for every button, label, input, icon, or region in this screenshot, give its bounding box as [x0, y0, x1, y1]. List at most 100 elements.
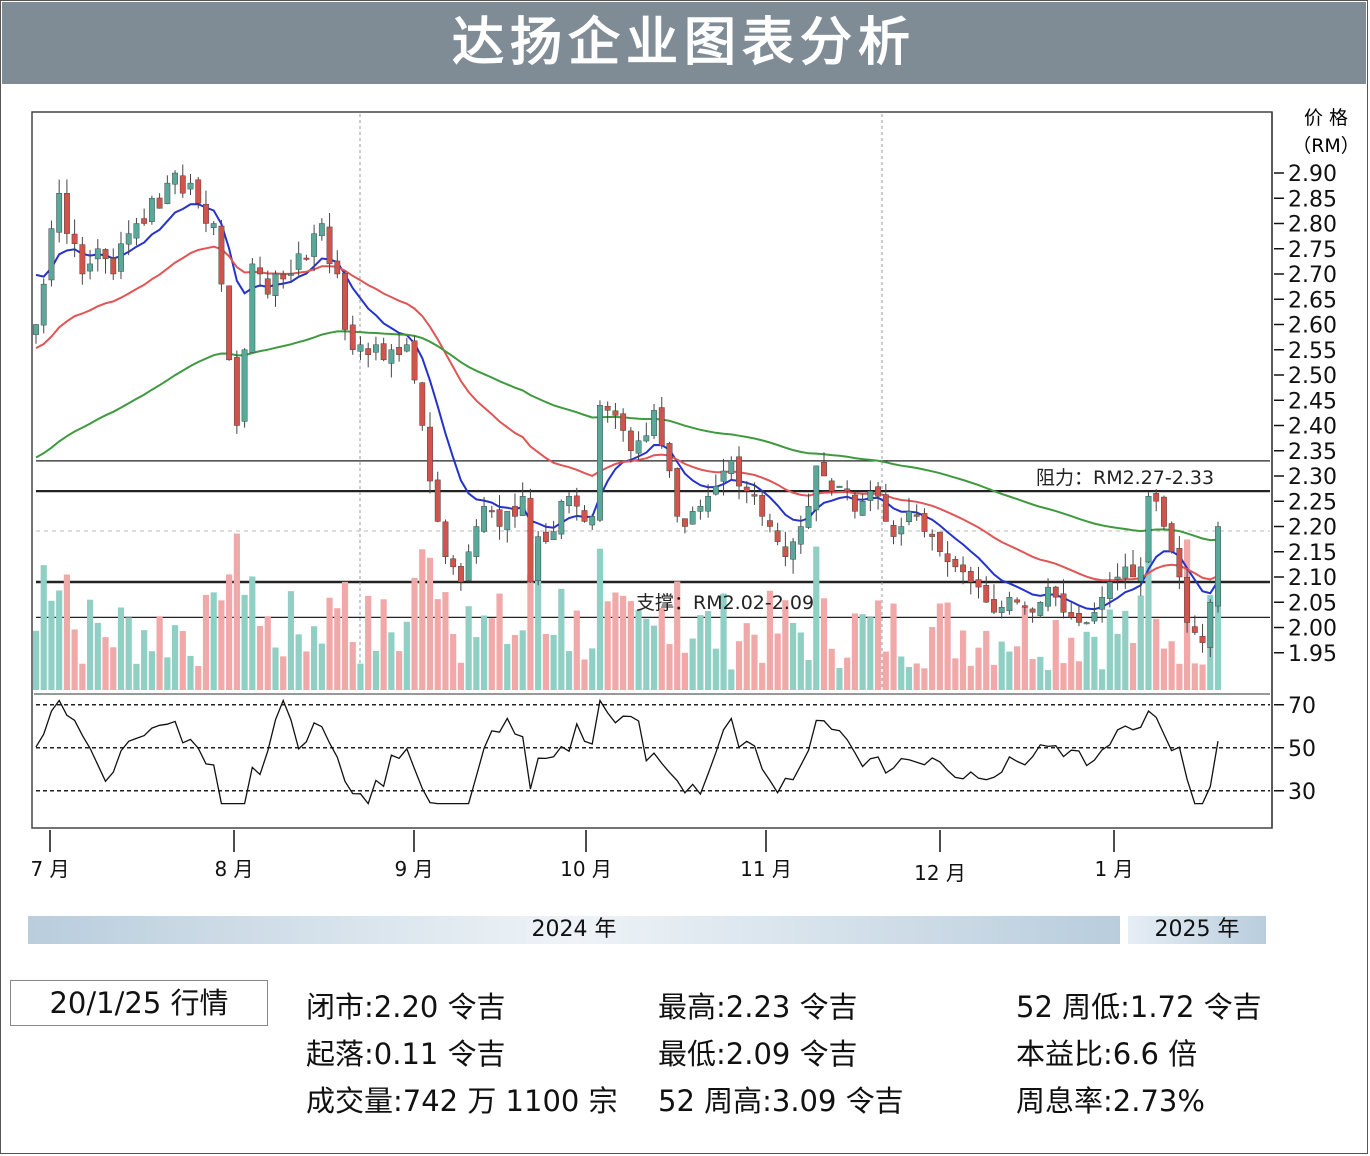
candle-body: [1184, 577, 1191, 623]
volume-bar: [898, 656, 905, 690]
candle-body: [249, 263, 256, 353]
candle-body: [658, 407, 665, 446]
candle-body: [859, 501, 866, 516]
candle-body: [651, 410, 657, 436]
candle-body: [357, 344, 364, 352]
volume-bar: [983, 630, 990, 690]
candle-body: [56, 192, 63, 233]
candle-body: [1199, 636, 1206, 643]
volume-bar: [990, 664, 998, 690]
volume-bar: [426, 557, 434, 690]
candle-body: [481, 506, 487, 532]
candle-body: [535, 536, 542, 581]
candle-body: [944, 553, 951, 563]
quote-date-box: 20/1/25 行情: [10, 980, 268, 1026]
volume-bar: [836, 668, 843, 690]
volume-bar: [813, 546, 820, 690]
volume-bar: [1006, 651, 1013, 690]
volume-bar: [465, 606, 472, 690]
candle-body: [566, 496, 572, 506]
y-tick-label: 2.40: [1288, 415, 1337, 440]
y-tick-label: 2.65: [1288, 288, 1337, 313]
volume-bar: [372, 650, 380, 690]
volume-bar: [743, 623, 750, 690]
candle-body: [898, 526, 905, 535]
candle-body: [998, 607, 1005, 613]
candle-body: [1168, 523, 1175, 552]
volume-bar: [303, 651, 310, 690]
volume-bar: [133, 663, 140, 690]
rsi-tick-label: 50: [1288, 737, 1316, 762]
x-tick-label: 8 月: [214, 857, 253, 881]
volume-bar: [844, 657, 851, 690]
volume-bar: [936, 603, 943, 690]
candle-body: [828, 480, 835, 492]
resistance-label: 阻力：RM2.27-2.33: [1036, 467, 1214, 489]
candle-body: [620, 413, 627, 431]
candle-body: [94, 248, 101, 260]
candle-body: [720, 470, 727, 482]
candle-body: [743, 486, 750, 492]
volume-bar: [666, 644, 673, 690]
volume-bar: [480, 615, 488, 690]
candle-body: [87, 263, 93, 272]
year-label-2024: 2024 年: [531, 917, 617, 942]
volume-bar: [612, 592, 619, 690]
volume-bar: [1114, 633, 1121, 690]
stat-52w-low: 52 周低:1.72 令吉: [1016, 990, 1262, 1024]
candle-body: [867, 490, 874, 501]
volume-bar: [913, 663, 920, 690]
candle-body: [118, 243, 124, 272]
volume-bar: [527, 574, 534, 690]
volume-bar: [148, 651, 155, 690]
volume-bar: [79, 663, 86, 690]
candle-body: [1045, 586, 1051, 607]
candle-body: [33, 324, 39, 335]
candle-body: [164, 182, 171, 204]
volume-bar: [797, 632, 804, 690]
volume-bar: [975, 647, 982, 690]
volume-bar: [1099, 669, 1106, 690]
candle-body: [365, 348, 372, 355]
candle-body: [411, 340, 418, 381]
stat-high: 最高:2.23 令吉: [658, 990, 858, 1024]
candle-body: [589, 516, 596, 526]
volume-bar: [790, 623, 797, 690]
volume-bar: [295, 634, 302, 690]
y-tick-label: 2.60: [1288, 314, 1337, 339]
volume-bar: [1052, 620, 1059, 690]
candle-body: [1021, 605, 1028, 608]
candle-body: [496, 509, 503, 527]
volume-bar: [71, 629, 78, 690]
volume-bar: [1191, 663, 1198, 690]
y-tick-label: 2.70: [1288, 263, 1337, 288]
candle-body: [318, 223, 325, 237]
volume-bar: [581, 659, 588, 690]
rsi-tick-label: 70: [1288, 694, 1316, 719]
volume-bar: [341, 581, 349, 690]
candle-body: [875, 486, 881, 497]
volume-bar: [882, 651, 889, 690]
candle-body: [40, 283, 47, 326]
volume-bar: [1106, 609, 1113, 690]
volume-bar: [86, 599, 94, 690]
y-tick-label: 2.10: [1288, 566, 1337, 591]
stat-close: 闭市:2.20 令吉: [306, 990, 506, 1024]
candle-body: [288, 273, 294, 276]
candle-body: [782, 546, 789, 557]
volume-bar: [635, 610, 642, 690]
candle-body: [210, 223, 217, 228]
candle-body: [272, 273, 279, 296]
y-tick-label: 2.00: [1288, 617, 1337, 642]
volume-bar: [403, 621, 410, 690]
volume-bar: [318, 643, 325, 690]
candle-body: [79, 244, 86, 275]
volume-bar: [280, 656, 287, 690]
candle-body: [1153, 493, 1160, 502]
y-tick-label: 2.75: [1288, 238, 1337, 263]
stat-pe: 本益比:6.6 倍: [1016, 1037, 1198, 1071]
candle-body: [504, 511, 511, 531]
volume-bar: [102, 637, 109, 690]
volume-bar: [697, 615, 704, 690]
volume-bar: [1021, 606, 1028, 690]
